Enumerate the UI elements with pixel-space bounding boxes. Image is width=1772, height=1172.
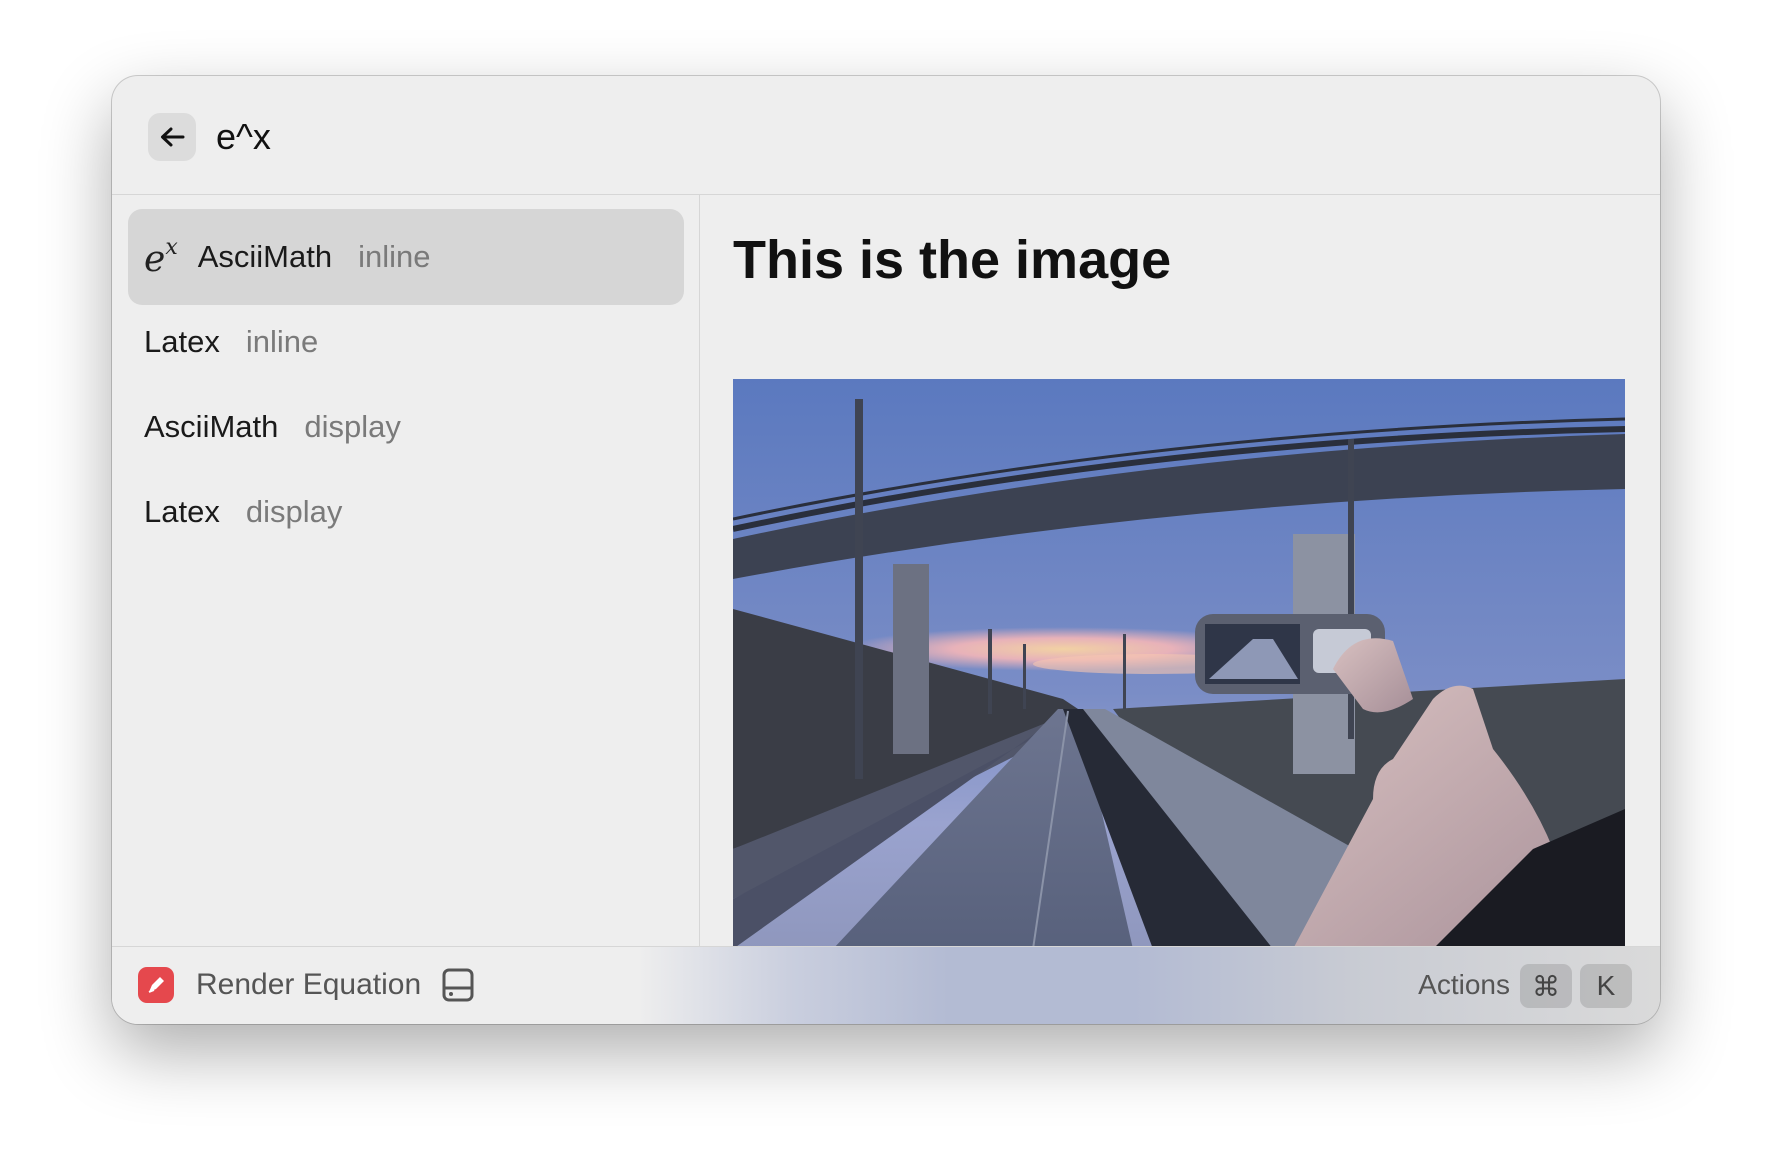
actions-button[interactable]: Actions — [1418, 964, 1510, 1006]
action-bar: Render Equation Actions ⌘ K — [112, 946, 1660, 1024]
extension-name: Render Equation — [196, 968, 422, 1001]
list-item-title: Latex — [144, 494, 220, 529]
list-item-subtitle: inline — [245, 324, 319, 359]
list-item-latex-inline[interactable]: Latex inline — [128, 294, 684, 390]
pen-icon — [148, 977, 164, 993]
launcher-window: e^x ex AsciiMath inline Latex inline Asc… — [112, 76, 1660, 1024]
back-button[interactable] — [148, 113, 196, 161]
list-item-subtitle: display — [245, 494, 343, 529]
list-item-title: AsciiMath — [197, 239, 333, 274]
list-item-title: AsciiMath — [144, 409, 279, 444]
list-item-subtitle: inline — [358, 239, 431, 274]
arrow-left-icon — [161, 127, 185, 147]
list-item-latex-display[interactable]: Latex display — [128, 464, 684, 560]
list-item-asciimath-display[interactable]: AsciiMath display — [128, 379, 684, 475]
render-equation-extension-icon — [138, 967, 174, 1003]
list-item-subtitle: display — [304, 409, 401, 444]
results-list: ex AsciiMath inline Latex inline AsciiMa… — [112, 195, 700, 946]
list-item-asciimath-inline[interactable]: ex AsciiMath inline — [128, 209, 684, 305]
search-input[interactable]: e^x — [216, 110, 271, 164]
detail-panel: This is the image — [701, 195, 1660, 946]
detail-title: This is the image — [733, 230, 1172, 290]
list-item-title: Latex — [144, 324, 220, 359]
detail-image — [733, 379, 1625, 946]
formula-preview-icon: ex — [144, 234, 178, 280]
hard-drive-icon — [442, 968, 474, 1002]
k-key-badge: K — [1580, 964, 1632, 1008]
command-key-badge: ⌘ — [1520, 964, 1572, 1008]
search-bar: e^x — [112, 76, 1660, 195]
